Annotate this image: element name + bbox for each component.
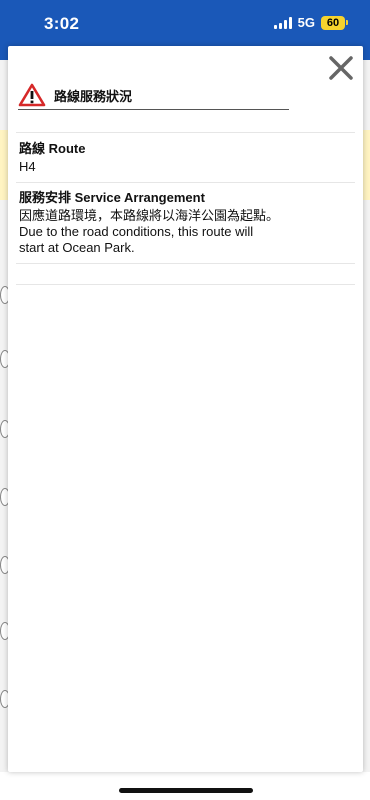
divider — [16, 132, 355, 133]
status-bar: 3:02 5G 60 — [0, 0, 370, 46]
network-type: 5G — [297, 15, 315, 30]
arrangement-text-en-2: start at Ocean Park. — [19, 240, 135, 255]
battery-level: 60 — [321, 15, 345, 30]
route-status-modal: 路線服務狀況 路線 Route H4 服務安排 Service Arrangem… — [8, 46, 363, 772]
modal-title: 路線服務狀況 — [54, 88, 133, 104]
status-indicators: 5G 60 — [273, 15, 348, 30]
divider — [16, 284, 355, 285]
signal-icon — [273, 16, 292, 29]
route-value: H4 — [19, 159, 36, 174]
battery-icon: 60 — [321, 15, 348, 30]
arrangement-label: 服務安排 Service Arrangement — [19, 190, 205, 205]
close-icon — [329, 56, 353, 80]
battery-tip — [346, 20, 348, 25]
divider — [16, 182, 355, 183]
arrangement-text-en-1: Due to the road conditions, this route w… — [19, 224, 254, 239]
close-button[interactable] — [327, 54, 355, 82]
arrangement-text-zh: 因應道路環境，本路線將以海洋公園為起點。 — [19, 208, 280, 223]
modal-header: 路線服務狀況 — [18, 80, 298, 110]
header-divider — [18, 109, 289, 110]
divider — [16, 263, 355, 264]
status-time: 3:02 — [44, 14, 80, 33]
home-indicator[interactable] — [119, 788, 253, 793]
bottom-area — [0, 772, 370, 800]
warning-triangle-icon — [18, 83, 46, 107]
route-label: 路線 Route — [19, 141, 86, 156]
